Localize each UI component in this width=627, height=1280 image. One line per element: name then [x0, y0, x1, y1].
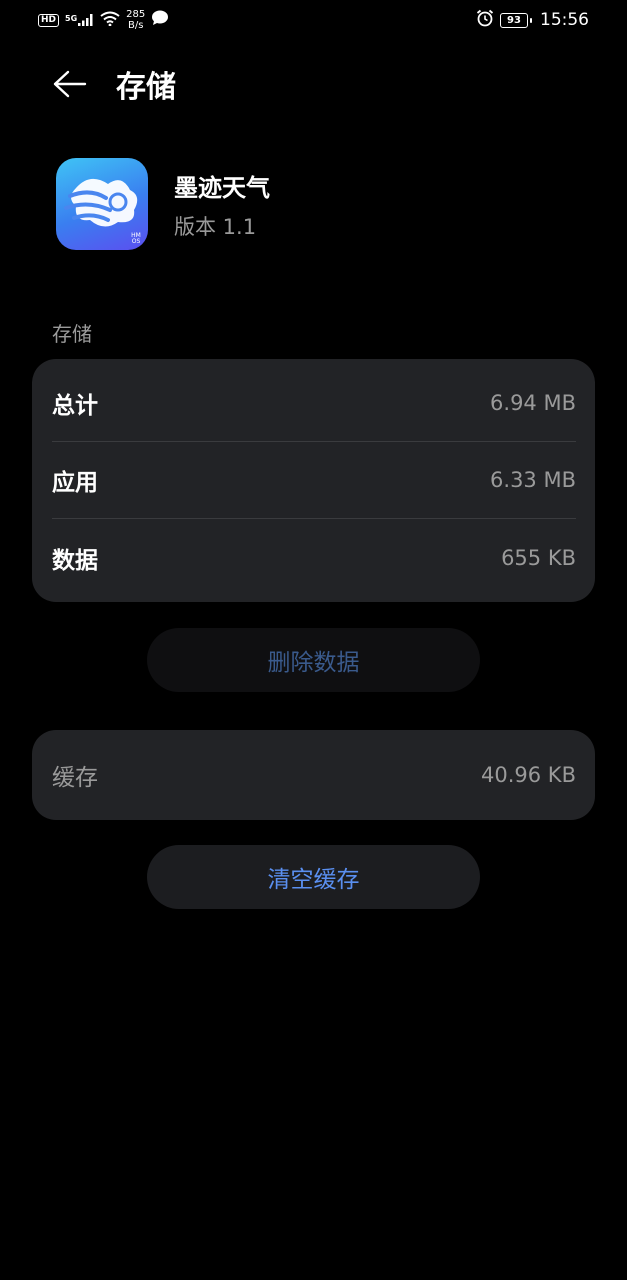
status-bar: HD 5G 285 B/s 93 15:56 — [0, 0, 627, 40]
row-value: 6.33 MB — [490, 468, 576, 492]
row-label: 总计 — [52, 393, 98, 419]
signal-label: 5G — [65, 14, 78, 23]
storage-section-label: 存储 — [52, 322, 92, 346]
row-value: 655 KB — [501, 545, 576, 570]
back-arrow-icon — [53, 70, 87, 98]
row-value: 6.94 MB — [490, 391, 576, 415]
cache-label: 缓存 — [52, 765, 98, 791]
net-speed-value: 285 — [126, 9, 146, 20]
cache-value: 40.96 KB — [481, 763, 576, 787]
delete-data-button[interactable]: 删除数据 — [147, 628, 480, 692]
hmos-badge: HMOS — [131, 232, 141, 245]
row-label: 数据 — [52, 547, 98, 574]
back-button[interactable] — [48, 62, 92, 106]
status-time: 15:56 — [540, 10, 589, 30]
net-speed: 285 B/s — [126, 9, 145, 31]
wifi-icon — [100, 11, 120, 30]
storage-row-total: 总计 6.94 MB — [52, 365, 576, 442]
app-version: 版本 1.1 — [174, 214, 257, 239]
storage-row-data: 数据 655 KB — [52, 519, 576, 596]
chat-bubble-icon — [151, 10, 169, 30]
page-title: 存储 — [116, 70, 176, 105]
app-name: 墨迹天气 — [174, 173, 270, 202]
app-text: 墨迹天气 版本 1.1 — [174, 168, 270, 241]
storage-card: 总计 6.94 MB 应用 6.33 MB 数据 655 KB — [32, 359, 595, 602]
status-right: 93 15:56 — [476, 9, 589, 31]
app-info: HMOS 墨迹天气 版本 1.1 — [56, 158, 270, 250]
battery-icon: 93 — [500, 12, 532, 28]
battery-level: 93 — [507, 14, 521, 26]
storage-row-app: 应用 6.33 MB — [52, 442, 576, 519]
hd-badge: HD — [38, 13, 60, 27]
alarm-icon — [476, 9, 494, 31]
header: 存储 — [0, 52, 627, 116]
row-label: 应用 — [52, 470, 98, 496]
cache-card: 缓存 40.96 KB — [32, 730, 595, 820]
signal-icon: 5G — [65, 14, 94, 26]
weather-app-icon: HMOS — [56, 158, 148, 250]
clear-cache-button[interactable]: 清空缓存 — [147, 845, 480, 909]
status-left: HD 5G 285 B/s — [38, 9, 169, 31]
net-speed-unit: B/s — [127, 20, 144, 31]
